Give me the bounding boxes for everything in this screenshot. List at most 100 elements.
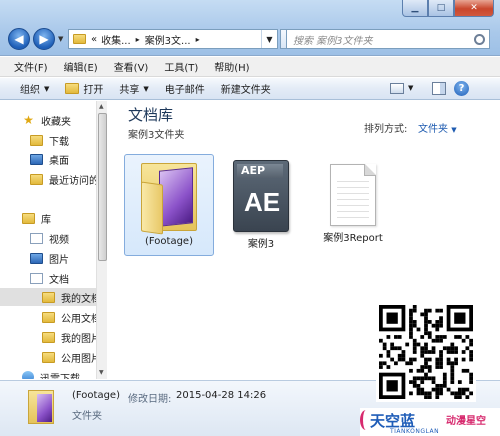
breadcrumb-separator[interactable]: ▸: [133, 35, 143, 44]
address-bar[interactable]: « 收集... ▸ 案例3文... ▸ ▼: [68, 29, 278, 49]
nav-label: 收藏夹: [41, 116, 71, 128]
back-button[interactable]: ◀: [8, 28, 30, 50]
close-button[interactable]: ✕: [454, 0, 494, 17]
downloads-folder-icon: [30, 134, 43, 146]
file-item-aep[interactable]: AEP AE 案例3: [216, 154, 306, 256]
nav-public-documents[interactable]: 公用文档: [42, 308, 101, 326]
open-button[interactable]: 打开: [57, 81, 111, 96]
nav-downloads[interactable]: 下载: [30, 131, 69, 149]
breadcrumb-item[interactable]: 收集...: [99, 32, 133, 47]
desktop-icon: [30, 153, 43, 165]
file-name: 案例3Report: [323, 233, 383, 244]
breadcrumb-separator[interactable]: ▸: [193, 35, 203, 44]
menu-bar: 文件(F) 编辑(E) 查看(V) 工具(T) 帮助(H): [0, 57, 500, 77]
document-library-icon: [30, 272, 43, 284]
nav-label: 桌面: [49, 155, 69, 167]
nav-my-pictures[interactable]: 我的图片: [42, 328, 101, 346]
open-label: 打开: [83, 85, 104, 96]
picture-library-icon: [30, 252, 43, 264]
details-modified-label: 修改日期:: [128, 394, 172, 405]
details-name: (Footage): [72, 390, 120, 401]
folder-icon: [73, 34, 86, 44]
library-icon: [22, 212, 35, 224]
nav-pictures[interactable]: 图片: [30, 249, 69, 267]
arrange-by-dropdown[interactable]: 文件夹 ▼: [418, 120, 457, 135]
nav-label: 我的图片: [61, 333, 101, 345]
navigation-pane: ★ 收藏夹 下载 桌面 最近访问的 库 视频 图片 文档 我的文档 公用文档 我…: [0, 101, 107, 379]
menu-view[interactable]: 查看(V): [106, 59, 157, 74]
folder-icon: [42, 311, 55, 323]
qr-code: [376, 302, 476, 402]
scroll-down-icon[interactable]: ▼: [99, 369, 104, 376]
nav-label: 公用文档: [61, 313, 101, 325]
nav-label: 最近访问的: [49, 175, 99, 187]
change-view-icon[interactable]: [390, 83, 404, 94]
watermark-logo: 天空蓝 动漫星空 TIANKONGLAN: [360, 408, 500, 436]
navigation-scrollbar[interactable]: ▲ ▼: [96, 101, 107, 379]
file-name: (Footage): [145, 236, 193, 247]
nav-thunder-downloads[interactable]: 迅雷下载: [22, 368, 80, 379]
maximize-button[interactable]: □: [428, 0, 454, 17]
search-input[interactable]: 搜索 案例3文件夹: [286, 29, 490, 49]
nav-recent[interactable]: 最近访问的: [30, 170, 99, 188]
forward-button[interactable]: ▶: [33, 28, 55, 50]
scroll-up-icon[interactable]: ▲: [99, 103, 104, 110]
email-button[interactable]: 电子邮件: [157, 81, 213, 96]
file-name: 案例3: [247, 239, 275, 250]
new-folder-button[interactable]: 新建文件夹: [213, 81, 279, 96]
help-icon[interactable]: ?: [454, 81, 469, 96]
file-type-badge: AEP: [237, 164, 283, 178]
nav-favorites[interactable]: ★ 收藏夹: [22, 111, 71, 129]
logo-brand-accent: 动漫星空: [446, 416, 486, 427]
library-subtitle: 案例3文件夹: [128, 130, 185, 141]
address-dropdown-icon[interactable]: ▼: [261, 30, 277, 48]
folder-thumbnail-icon: [28, 390, 56, 428]
recent-places-icon: [30, 173, 43, 185]
menu-tools[interactable]: 工具(T): [156, 59, 206, 74]
view-options-dropdown[interactable]: ▼: [408, 84, 413, 92]
arrange-by-label: 排列方式:: [364, 124, 408, 135]
nav-desktop[interactable]: 桌面: [30, 150, 69, 168]
menu-file[interactable]: 文件(F): [0, 59, 56, 74]
nav-my-documents[interactable]: 我的文档: [0, 288, 101, 306]
menu-edit[interactable]: 编辑(E): [56, 59, 106, 74]
nav-label: 库: [41, 214, 51, 226]
folder-icon: [42, 291, 55, 303]
file-item-footage[interactable]: (Footage): [124, 154, 214, 256]
breadcrumb-overflow[interactable]: «: [89, 34, 99, 45]
chevron-down-icon: ▼: [143, 84, 149, 93]
thunder-icon: [22, 371, 34, 379]
folder-icon: [42, 351, 55, 363]
nav-label: 文档: [49, 274, 69, 286]
organize-button[interactable]: 组织 ▼: [0, 81, 57, 97]
nav-videos[interactable]: 视频: [30, 229, 69, 247]
recent-pages-dropdown[interactable]: ▼: [58, 35, 63, 43]
library-title: 文档库: [128, 106, 174, 124]
command-bar: 组织 ▼ 打开 共享 ▼ 电子邮件 新建文件夹: [0, 78, 500, 100]
ae-glyph: AE: [243, 187, 281, 217]
chevron-down-icon: ▼: [44, 84, 50, 93]
folder-icon: [42, 331, 55, 343]
file-item-report[interactable]: 案例3Report: [308, 154, 398, 256]
breadcrumb-item[interactable]: 案例3文...: [143, 32, 193, 47]
preview-pane-icon[interactable]: [432, 82, 446, 95]
share-button[interactable]: 共享 ▼: [111, 81, 156, 97]
search-icon[interactable]: [474, 33, 485, 45]
organize-label: 组织: [20, 85, 40, 96]
details-type: 文件夹: [72, 411, 102, 422]
scrollbar-thumb[interactable]: [98, 113, 107, 261]
share-label: 共享: [119, 85, 140, 96]
details-modified-value: 2015-04-28 14:26: [176, 390, 267, 401]
logo-brand-sub: TIANKONGLAN: [390, 428, 440, 435]
folder-icon: [137, 159, 201, 235]
nav-documents[interactable]: 文档: [30, 269, 69, 287]
nav-label: 公用图片: [61, 353, 101, 365]
nav-libraries[interactable]: 库: [22, 209, 51, 227]
window-controls: ▁ □ ✕: [402, 0, 494, 17]
menu-help[interactable]: 帮助(H): [206, 59, 257, 74]
nav-public-pictures[interactable]: 公用图片: [42, 348, 101, 366]
minimize-button[interactable]: ▁: [402, 0, 428, 17]
forward-arrow-icon: ▶: [39, 32, 49, 46]
arrange-by-value: 文件夹: [418, 124, 448, 135]
nav-label: 下载: [49, 136, 69, 148]
